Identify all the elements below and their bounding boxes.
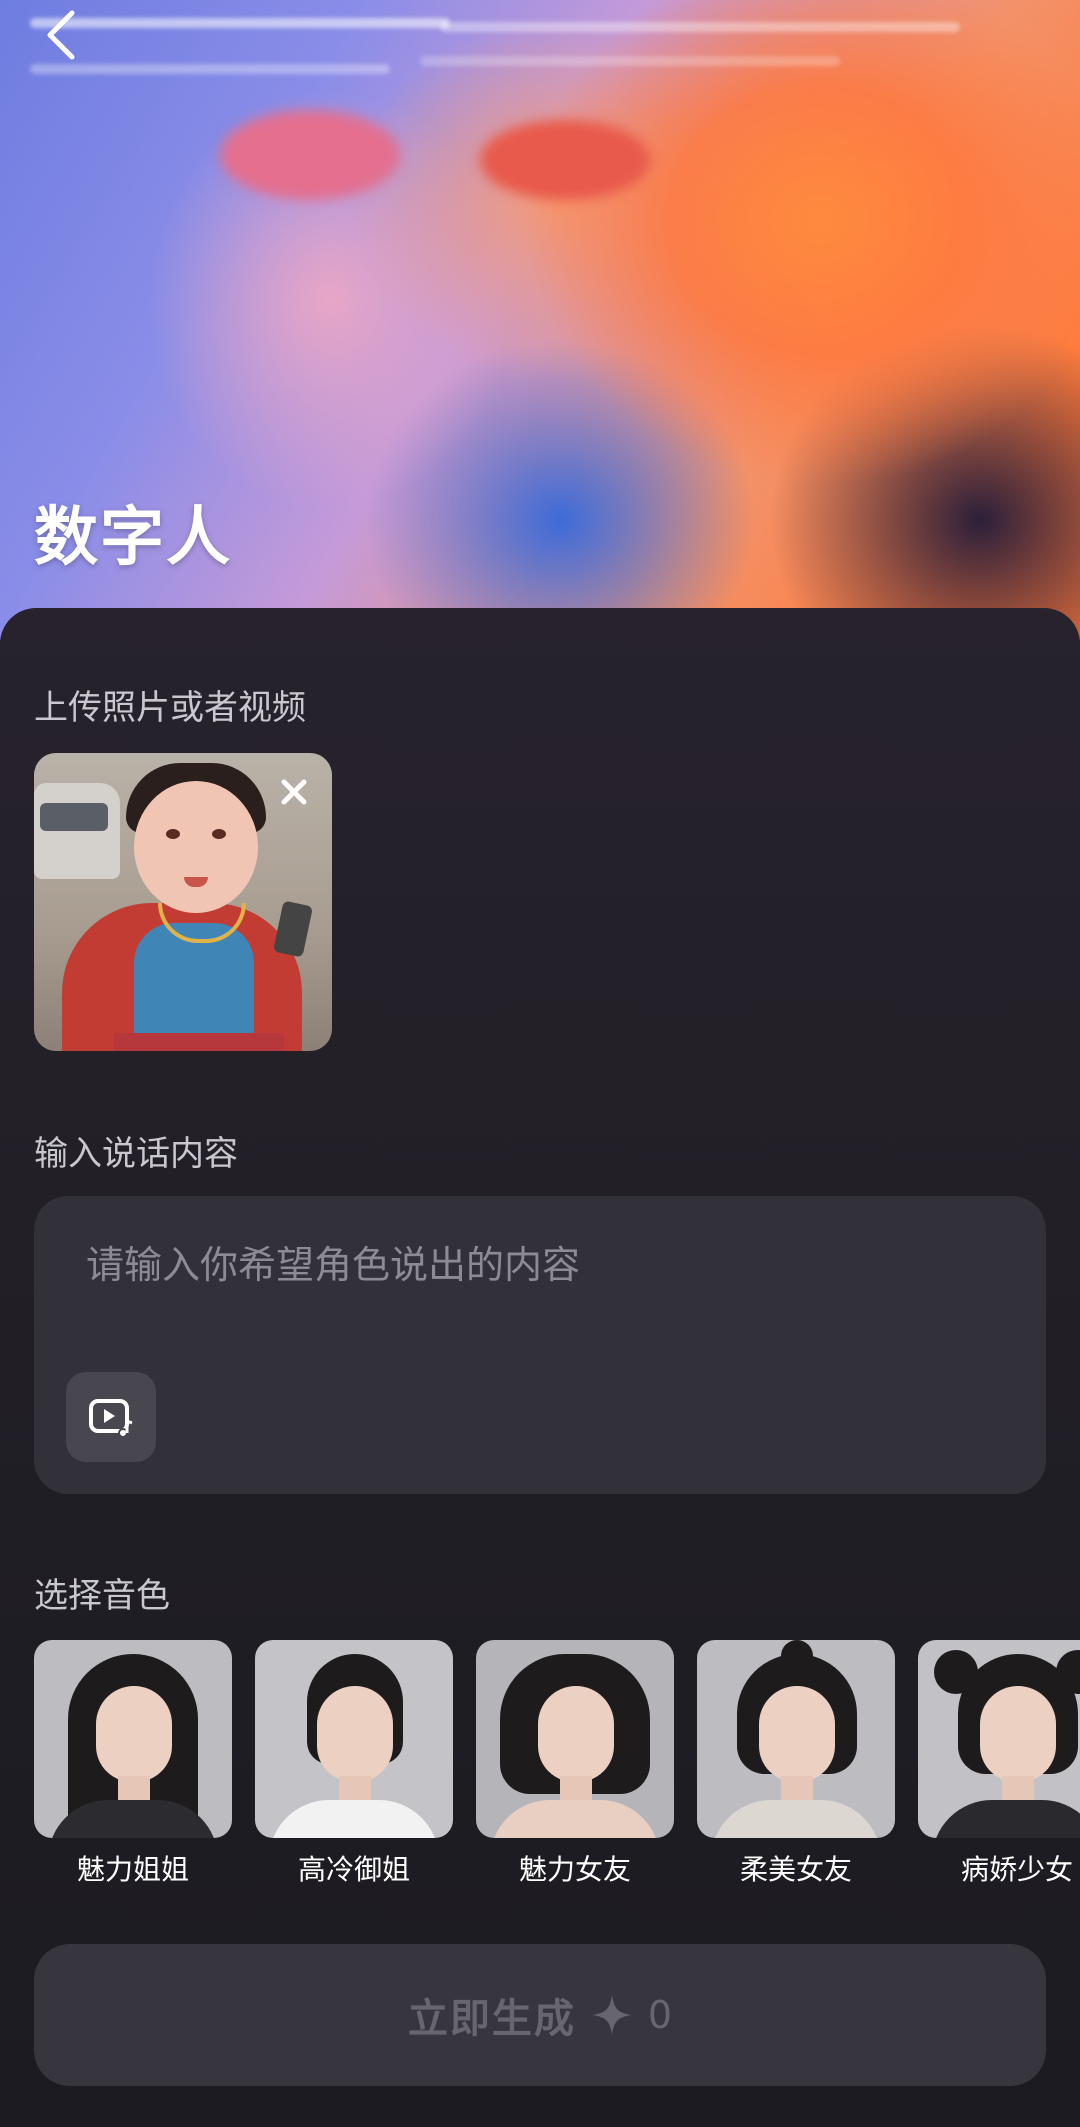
video-music-icon [89,1399,133,1438]
generate-button-label: 立即生成 [407,1996,576,2042]
hero-art-lips-left [220,110,400,200]
voice-option-label: 高冷御姐 [297,1853,410,1886]
generate-cost: 0 [647,1993,673,2037]
speech-input[interactable] [84,1232,988,1356]
voice-avatar [476,1640,674,1838]
thumb-figure-eye [212,829,226,839]
hero-art-streak [420,56,840,66]
thumb-figure-head [134,781,258,913]
speech-input-box [34,1196,1046,1494]
voice-option-label: 魅力姐姐 [76,1853,189,1886]
speech-section-label: 输入说话内容 [34,1134,238,1174]
back-button[interactable] [22,0,102,70]
voice-avatar [918,1640,1080,1838]
thumb-car [34,783,120,879]
voice-section-label: 选择音色 [34,1576,170,1616]
voice-option[interactable]: 魅力姐姐 [34,1640,232,1888]
voice-avatar [697,1640,895,1838]
voice-avatar [34,1640,232,1838]
voice-option-label: 病娇少女 [960,1853,1073,1886]
hero-art-streak [440,22,960,32]
sparkle-icon [591,1995,632,2035]
audio-upload-button[interactable] [66,1372,156,1462]
page-title: 数字人 [34,501,232,575]
chevron-left-icon [47,10,75,60]
voice-avatar [255,1640,453,1838]
upload-section-label: 上传照片或者视频 [34,688,306,728]
thumb-figure-sash [114,1033,284,1051]
voice-option-label: 魅力女友 [518,1853,631,1886]
voice-option-label: 柔美女友 [739,1853,852,1886]
close-icon [281,779,307,805]
hero-banner: 数字人 [0,0,1080,640]
voice-selector: 魅力姐姐 高冷御姐 魅力女友 柔美女友 病娇少女 [34,1640,1080,1890]
thumb-figure-eye [166,829,180,839]
thumb-figure-phone [272,900,314,958]
generate-button[interactable]: 立即生成 0 [34,1944,1046,2086]
voice-option[interactable]: 病娇少女 [918,1640,1080,1888]
remove-media-button[interactable] [272,770,316,814]
voice-option[interactable]: 魅力女友 [476,1640,674,1888]
hero-art-lips-right [480,120,650,200]
voice-option[interactable]: 高冷御姐 [255,1640,453,1888]
voice-option[interactable]: 柔美女友 [697,1640,895,1888]
